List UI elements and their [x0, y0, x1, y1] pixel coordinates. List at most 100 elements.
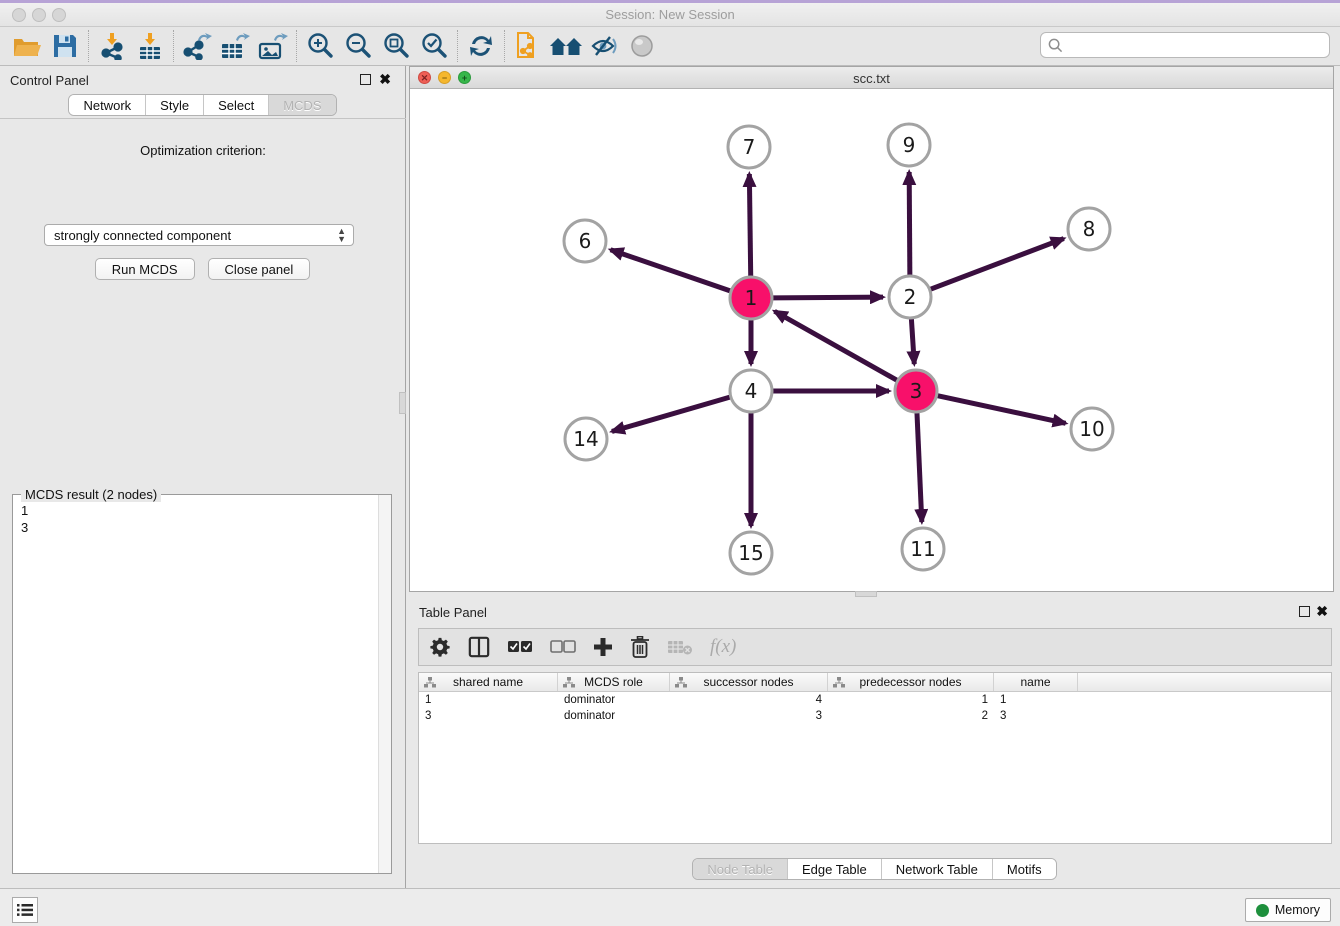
zoom-selected-icon	[420, 32, 448, 60]
criterion-select[interactable]: strongly connected component ▲▼	[44, 224, 354, 246]
zoom-fit-button[interactable]	[377, 29, 415, 63]
float-panel-icon[interactable]	[360, 74, 371, 85]
cell-shared-name[interactable]: 1	[419, 694, 558, 706]
toolbar-separator	[457, 30, 458, 62]
graph-node-label: 3	[910, 379, 923, 403]
delete-table-icon	[667, 638, 693, 656]
memory-button[interactable]: Memory	[1245, 898, 1331, 922]
tab-network-table[interactable]: Network Table	[882, 859, 993, 879]
task-history-button[interactable]	[12, 897, 38, 923]
table-row[interactable]: 3 dominator 3 2 3	[419, 708, 1331, 724]
tab-node-table[interactable]: Node Table	[693, 859, 788, 879]
deselect-all-button[interactable]	[550, 640, 576, 654]
close-table-panel-icon[interactable]: ✖	[1316, 603, 1328, 620]
plus-icon	[593, 637, 613, 657]
export-network-button[interactable]	[178, 29, 216, 63]
cell-name[interactable]: 3	[994, 710, 1078, 722]
export-network-icon	[182, 32, 212, 60]
select-all-button[interactable]	[507, 640, 533, 654]
table-tabs: Node Table Edge Table Network Table Moti…	[409, 858, 1340, 880]
tab-mcds[interactable]: MCDS	[269, 95, 335, 115]
cell-successor-nodes[interactable]: 4	[670, 694, 828, 706]
graph-edge-1-2[interactable]	[773, 297, 883, 298]
zoom-in-button[interactable]	[301, 29, 339, 63]
tab-style[interactable]: Style	[146, 95, 204, 115]
graph-edge-3-10[interactable]	[938, 396, 1066, 424]
open-folder-icon	[12, 33, 42, 59]
zoom-out-button[interactable]	[339, 29, 377, 63]
graph-edge-3-11[interactable]	[917, 413, 922, 522]
attribute-icon	[833, 677, 845, 688]
network-canvas[interactable]: 7968124314101511	[410, 89, 1333, 591]
delete-column-button[interactable]	[630, 636, 650, 658]
node-table[interactable]: shared name MCDS role successor nodes pr…	[418, 672, 1332, 844]
column-header-predecessor-nodes[interactable]: predecessor nodes	[828, 673, 994, 691]
import-network-button[interactable]	[93, 29, 131, 63]
table-splitter-handle[interactable]	[855, 591, 877, 597]
mcds-result-list[interactable]: 1 3	[13, 496, 378, 873]
graph-edge-1-7[interactable]	[749, 174, 750, 276]
export-image-button[interactable]	[254, 29, 292, 63]
optimization-criterion-label: Optimization criterion:	[0, 143, 406, 158]
graph-edge-2-9[interactable]	[909, 172, 910, 275]
hide-selected-button[interactable]	[585, 29, 623, 63]
search-input[interactable]	[1063, 34, 1329, 56]
cell-name[interactable]: 1	[994, 694, 1078, 706]
column-view-button[interactable]	[468, 636, 490, 658]
preview-button[interactable]	[623, 29, 661, 63]
cell-predecessor-nodes[interactable]: 1	[828, 694, 994, 706]
add-column-button[interactable]	[593, 637, 613, 657]
graph-node-label: 4	[745, 379, 758, 403]
graph-edge-3-1[interactable]	[775, 311, 897, 380]
apply-layout-button[interactable]	[462, 29, 500, 63]
toolbar-separator	[296, 30, 297, 62]
cell-mcds-role[interactable]: dominator	[558, 694, 670, 706]
clone-network-button[interactable]	[509, 29, 547, 63]
mcds-result-box: MCDS result (2 nodes) 1 3	[12, 494, 392, 874]
table-panel: Table Panel ✖	[409, 598, 1340, 888]
graph-edge-2-3[interactable]	[911, 319, 914, 364]
cell-predecessor-nodes[interactable]: 2	[828, 710, 994, 722]
control-panel: Control Panel ✖ Network Style Select MCD…	[0, 66, 406, 888]
cell-shared-name[interactable]: 3	[419, 710, 558, 722]
cell-mcds-role[interactable]: dominator	[558, 710, 670, 722]
close-panel-icon[interactable]: ✖	[379, 71, 391, 88]
tab-motifs[interactable]: Motifs	[993, 859, 1056, 879]
zoom-out-icon	[344, 32, 372, 60]
network-window-titlebar[interactable]: ✕ − + scc.txt	[410, 67, 1333, 89]
table-row[interactable]: 1 dominator 4 1 1	[419, 692, 1331, 708]
refresh-icon	[468, 33, 494, 59]
network-graph[interactable]: 7968124314101511	[410, 89, 1333, 591]
network-window: ✕ − + scc.txt 7968124314101511	[409, 66, 1334, 592]
export-table-button[interactable]	[216, 29, 254, 63]
tab-edge-table[interactable]: Edge Table	[788, 859, 882, 879]
toolbar-separator	[88, 30, 89, 62]
save-session-button[interactable]	[46, 29, 84, 63]
panel-splitter-handle[interactable]	[399, 392, 406, 414]
clone-network-icon	[514, 31, 542, 61]
tab-network[interactable]: Network	[69, 95, 146, 115]
column-header-name[interactable]: name	[994, 673, 1078, 691]
graph-edge-4-14[interactable]	[612, 397, 730, 431]
search-box[interactable]	[1040, 32, 1330, 58]
tab-select[interactable]: Select	[204, 95, 269, 115]
float-table-panel-icon[interactable]	[1299, 606, 1310, 617]
graph-node-label: 2	[904, 285, 917, 309]
show-all-button[interactable]	[547, 29, 585, 63]
attribute-icon	[675, 677, 687, 688]
result-scrollbar[interactable]	[378, 495, 391, 873]
graph-node-label: 14	[573, 427, 598, 451]
run-mcds-button[interactable]: Run MCDS	[95, 258, 195, 280]
import-table-button[interactable]	[131, 29, 169, 63]
close-panel-button[interactable]: Close panel	[208, 258, 311, 280]
open-file-button[interactable]	[8, 29, 46, 63]
table-panel-title: Table Panel	[419, 605, 487, 620]
column-header-shared-name[interactable]: shared name	[419, 673, 558, 691]
graph-edge-2-8[interactable]	[931, 239, 1064, 290]
column-header-successor-nodes[interactable]: successor nodes	[670, 673, 828, 691]
column-header-mcds-role[interactable]: MCDS role	[558, 673, 670, 691]
graph-edge-1-6[interactable]	[611, 250, 731, 291]
zoom-selected-button[interactable]	[415, 29, 453, 63]
table-settings-button[interactable]	[429, 636, 451, 658]
cell-successor-nodes[interactable]: 3	[670, 710, 828, 722]
